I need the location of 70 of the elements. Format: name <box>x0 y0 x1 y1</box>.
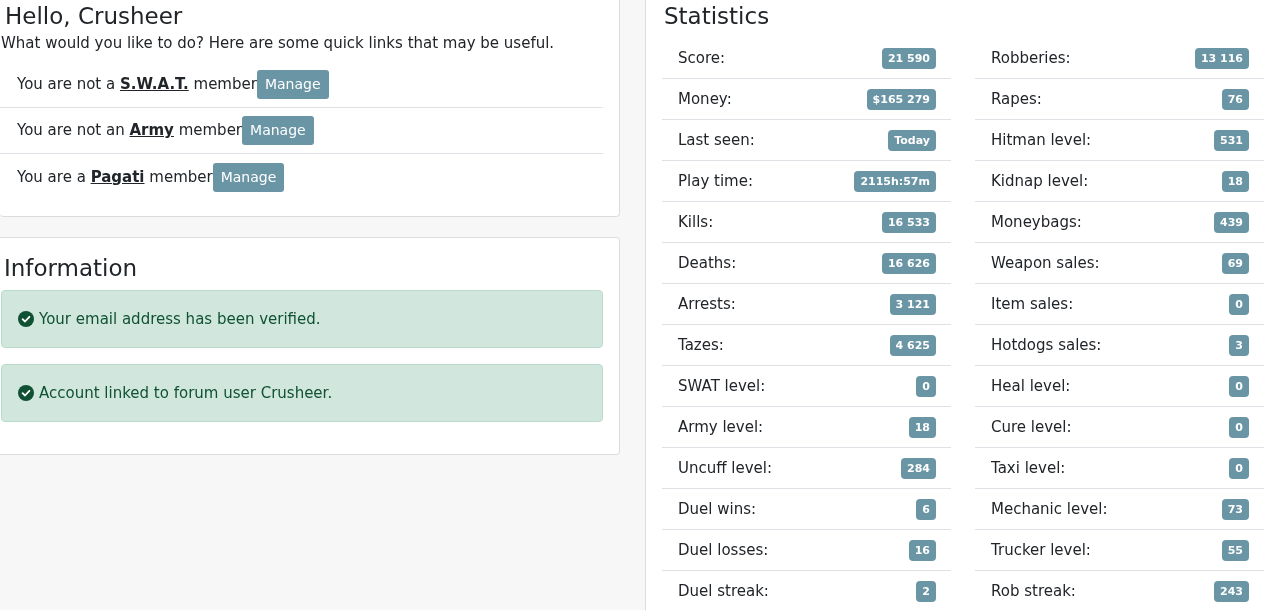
stat-value-badge: 0 <box>916 375 936 397</box>
stat-label: Tazes: <box>678 334 724 356</box>
membership-text: You are not a S.W.A.T. member <box>17 74 257 96</box>
membership-text: You are a Pagati member <box>17 166 213 188</box>
stat-value-badge: 0 <box>1229 293 1249 315</box>
alert-text: Your email address has been verified. <box>39 308 321 330</box>
stat-label: Play time: <box>678 170 753 192</box>
stat-value-badge: 76 <box>1221 88 1249 110</box>
stat-value-badge: 16 <box>908 539 936 561</box>
stat-value-badge: 0 <box>1229 416 1249 438</box>
stat-label: Kidnap level: <box>991 170 1089 192</box>
stat-value-badge: 18 <box>1221 170 1249 192</box>
stat-label: Deaths: <box>678 252 737 274</box>
stat-label: Heal level: <box>991 375 1071 397</box>
stat-value-badge: 2 <box>916 581 936 602</box>
stat-label: Moneybags: <box>991 211 1082 233</box>
stat-value-badge: 6 <box>916 498 936 520</box>
stat-value-badge: 16 626 <box>881 252 936 274</box>
group-link[interactable]: Pagati <box>90 167 145 186</box>
statistics-heading: Statistics <box>664 2 771 31</box>
stat-value-badge: 3 <box>1229 334 1249 356</box>
stat-label: Uncuff level: <box>678 457 773 479</box>
group-link[interactable]: Army <box>129 121 174 140</box>
stat-label: Money: <box>678 88 732 110</box>
alert-text: Account linked to forum user Crusheer. <box>39 382 333 404</box>
group-link[interactable]: S.W.A.T. <box>119 75 189 94</box>
stat-value-badge: 13 116 <box>1194 47 1249 69</box>
stat-label: Last seen: <box>678 129 755 151</box>
stat-value-badge: 3 121 <box>889 293 936 315</box>
stat-label: Cure level: <box>991 416 1072 438</box>
stat-label: Army level: <box>678 416 764 438</box>
stat-value-badge: 4 625 <box>889 334 936 356</box>
membership-text: You are not an Army member <box>17 120 243 142</box>
stat-value-badge: Today <box>888 129 936 151</box>
stat-label: Taxi level: <box>991 457 1066 479</box>
stat-label: Duel losses: <box>678 539 769 561</box>
check-circle-icon <box>18 385 34 401</box>
stat-value-badge: 16 533 <box>881 211 936 233</box>
stat-label: Hitman level: <box>991 129 1092 151</box>
stat-value-badge: 2115h:57m <box>854 170 936 192</box>
stat-value-badge: 73 <box>1221 498 1249 520</box>
stat-label: Mechanic level: <box>991 498 1108 520</box>
stat-value-badge: 284 <box>901 457 936 479</box>
information-heading: Information <box>4 254 139 283</box>
stat-value-badge: 55 <box>1221 539 1249 561</box>
stat-label: Trucker level: <box>991 539 1091 561</box>
stat-value-badge: 243 <box>1214 581 1249 602</box>
stat-label: Arrests: <box>678 293 736 315</box>
stat-label: Duel streak: <box>678 581 769 603</box>
stat-value-badge: $165 279 <box>866 88 936 110</box>
stat-label: Rob streak: <box>991 581 1076 603</box>
stat-value-badge: 439 <box>1214 211 1249 233</box>
stat-value-badge: 531 <box>1214 129 1249 151</box>
stat-label: Duel wins: <box>678 498 757 520</box>
stat-label: Kills: <box>678 211 714 233</box>
stat-label: Hotdogs sales: <box>991 334 1102 356</box>
stat-label: SWAT level: <box>678 375 766 397</box>
stat-label: Weapon sales: <box>991 252 1100 274</box>
stat-value-badge: 0 <box>1229 457 1249 479</box>
stat-label: Item sales: <box>991 293 1074 315</box>
greeting-subtitle: What would you like to do? Here are some quick links that may be useful. <box>1 33 556 53</box>
stat-value-badge: 18 <box>908 416 936 438</box>
check-circle-icon <box>18 311 34 327</box>
stat-value-badge: 0 <box>1229 375 1249 397</box>
stat-label: Rapes: <box>991 88 1042 110</box>
stat-label: Score: <box>678 47 726 69</box>
stat-label: Robberies: <box>991 47 1071 69</box>
greeting-heading: Hello, Crusheer <box>5 2 184 31</box>
stat-value-badge: 69 <box>1221 252 1249 274</box>
stat-value-badge: 21 590 <box>881 47 936 69</box>
